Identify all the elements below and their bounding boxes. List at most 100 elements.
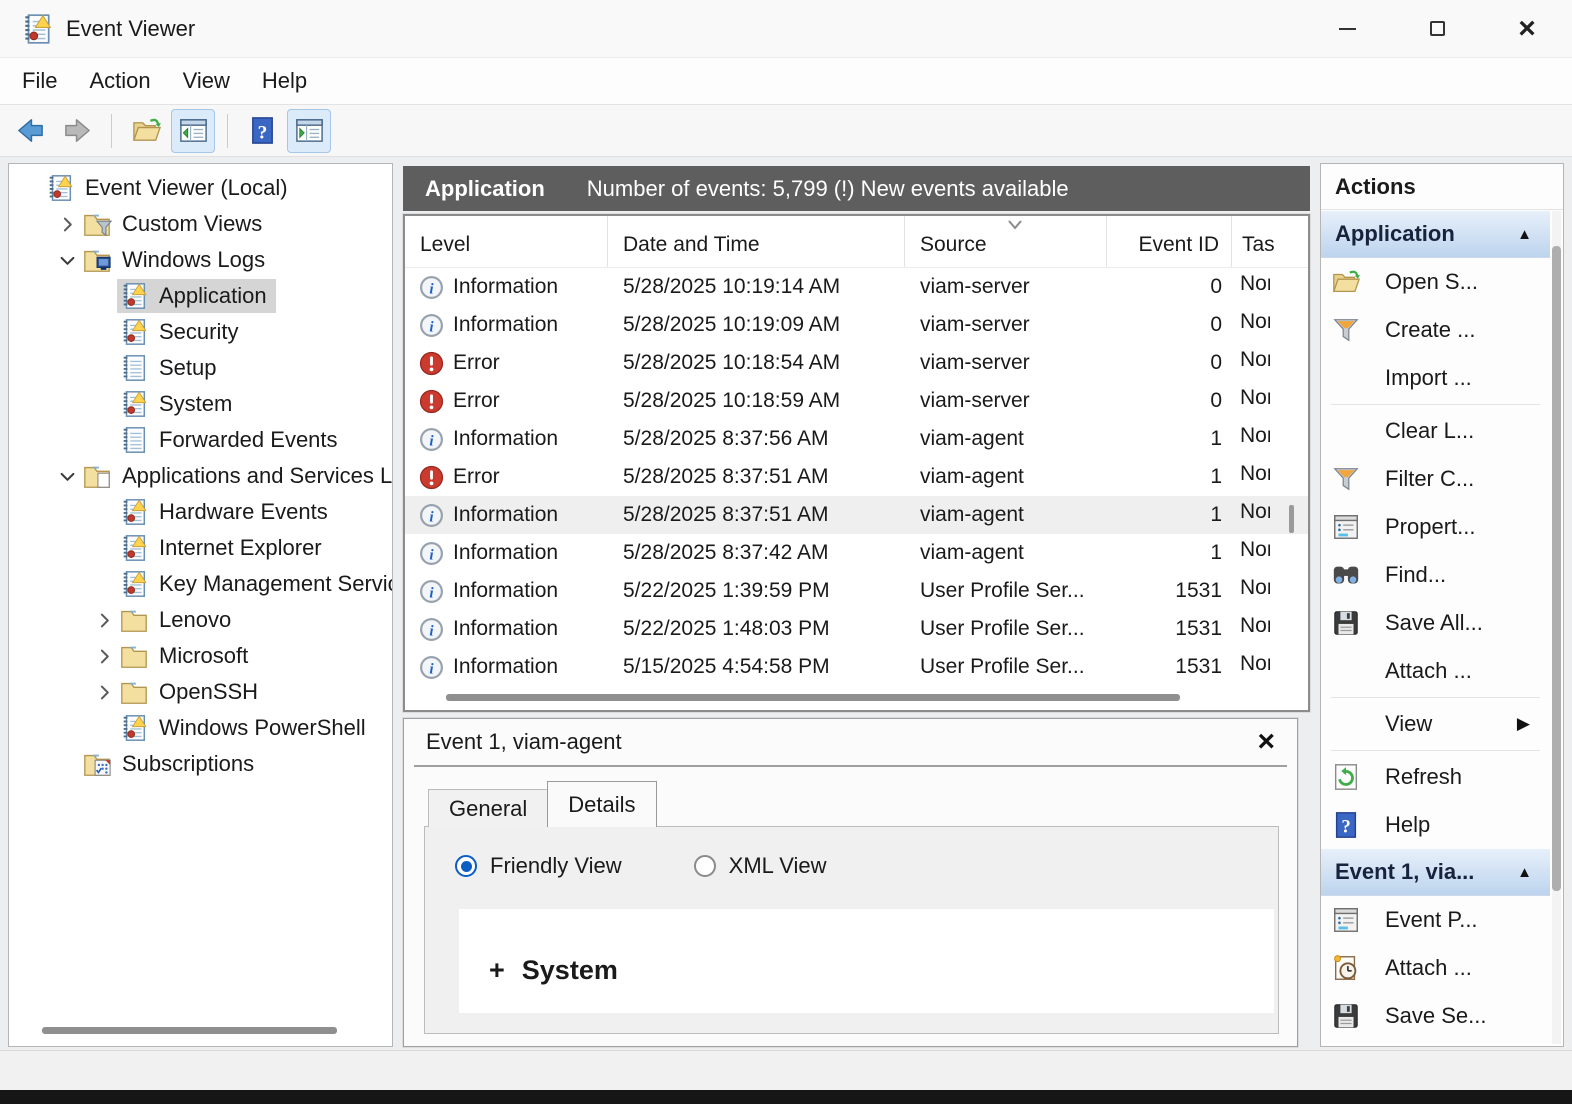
menu-item-help[interactable]: Help (246, 64, 323, 98)
action-save-all[interactable]: Save All... (1321, 599, 1550, 647)
console-tree-button[interactable] (171, 109, 215, 153)
action-save-se[interactable]: Save Se... (1321, 992, 1550, 1040)
tree-horizontal-scrollbar[interactable] (42, 1027, 337, 1034)
action-view[interactable]: View ▶ (1321, 700, 1550, 748)
tree-item-forwarded-events[interactable]: Forwarded Events (9, 422, 392, 458)
collapse-section-icon[interactable]: ▲ (1517, 864, 1532, 881)
xml-view-radio[interactable]: XML View (694, 853, 827, 879)
tree-item-label: Internet Explorer (159, 535, 322, 561)
open-folder-button[interactable] (124, 109, 168, 153)
column-header-date-and-time[interactable]: Date and Time (608, 216, 905, 267)
back-button[interactable] (8, 109, 52, 153)
help-button[interactable] (240, 109, 284, 153)
tree-item-application[interactable]: Application (9, 278, 392, 314)
event-list-vertical-scrollbar[interactable] (1289, 505, 1294, 533)
event-source: viam-agent (905, 541, 1107, 565)
tree-item-key-management-service[interactable]: Key Management Service (9, 566, 392, 602)
event-row[interactable]: Information 5/15/2025 4:54:58 PM User Pr… (405, 648, 1308, 682)
menu-item-view[interactable]: View (167, 64, 246, 98)
tree-item-windows-logs[interactable]: Windows Logs (9, 242, 392, 278)
collapse-chevron-icon[interactable] (54, 247, 80, 273)
event-row[interactable]: Error 5/28/2025 10:18:59 AM viam-server … (405, 382, 1308, 420)
tree-item-security[interactable]: Security (9, 314, 392, 350)
friendly-view-content: + System (459, 909, 1274, 1013)
action-help[interactable]: Help (1321, 801, 1550, 849)
tree-item-event-viewer-local[interactable]: Event Viewer (Local) (9, 170, 392, 206)
action-attach[interactable]: Attach ... (1321, 944, 1550, 992)
event-row[interactable]: Information 5/28/2025 10:19:14 AM viam-s… (405, 268, 1308, 306)
action-clear-l[interactable]: Clear L... (1321, 407, 1550, 455)
event-row[interactable]: Information 5/28/2025 8:37:42 AM viam-ag… (405, 534, 1308, 572)
action-find[interactable]: Find... (1321, 551, 1550, 599)
event-row[interactable]: Information 5/28/2025 8:37:51 AM viam-ag… (405, 496, 1308, 534)
actions-scrollbar[interactable] (1552, 246, 1561, 891)
action-refresh[interactable]: Refresh (1321, 753, 1550, 801)
action-open-s[interactable]: Open S... (1321, 258, 1550, 306)
expand-node-icon[interactable]: + (489, 955, 505, 986)
tree-item-custom-views[interactable]: Custom Views (9, 206, 392, 242)
tree-item-label: Forwarded Events (159, 427, 338, 453)
action-import[interactable]: Import ... (1321, 354, 1550, 402)
menu-item-action[interactable]: Action (73, 64, 166, 98)
event-task-category: None (1240, 652, 1270, 676)
column-header-level[interactable]: Level (405, 216, 608, 267)
tree-item-applications-and-services-logs[interactable]: Applications and Services Logs (9, 458, 392, 494)
action-filter-c[interactable]: Filter C... (1321, 455, 1550, 503)
event-level: Information (453, 617, 558, 641)
maximize-button[interactable] (1392, 0, 1482, 58)
detail-tab-content: Friendly View XML View + System (424, 826, 1279, 1034)
expand-chevron-icon[interactable] (91, 607, 117, 633)
action-create[interactable]: Create ... (1321, 306, 1550, 354)
event-row[interactable]: Information 5/22/2025 1:48:03 PM User Pr… (405, 610, 1308, 648)
column-header-event-id[interactable]: Event ID (1107, 216, 1232, 267)
tab-general[interactable]: General (428, 789, 548, 827)
event-row[interactable]: Error 5/28/2025 8:37:51 AM viam-agent 1 … (405, 458, 1308, 496)
collapse-section-icon[interactable]: ▲ (1517, 226, 1532, 243)
event-row[interactable]: Error 5/28/2025 10:18:54 AM viam-server … (405, 344, 1308, 382)
expand-chevron-icon[interactable] (91, 679, 117, 705)
tree-item-windows-powershell[interactable]: Windows PowerShell (9, 710, 392, 746)
close-button[interactable]: × (1482, 0, 1572, 58)
minimize-button[interactable] (1302, 0, 1392, 58)
action-label: Open S... (1385, 269, 1478, 295)
tree-item-microsoft[interactable]: Microsoft (9, 638, 392, 674)
action-label: Attach ... (1385, 955, 1472, 981)
tree-item-system[interactable]: System (9, 386, 392, 422)
friendly-view-radio[interactable]: Friendly View (455, 853, 622, 879)
system-node[interactable]: + System (489, 955, 1274, 986)
expand-chevron-icon[interactable] (54, 211, 80, 237)
close-detail-icon[interactable]: × (1257, 727, 1275, 757)
action-pane-button[interactable] (287, 109, 331, 153)
tab-details[interactable]: Details (547, 781, 656, 827)
event-list-column-headers: LevelDate and TimeSourceEvent IDTask Cat… (405, 216, 1308, 268)
actions-section-event-1-via[interactable]: Event 1, via... ▲ (1321, 849, 1550, 896)
action-label: Save Se... (1385, 1003, 1487, 1029)
event-id: 1 (1107, 427, 1232, 451)
event-datetime: 5/28/2025 8:37:42 AM (608, 541, 905, 565)
action-event-p[interactable]: Event P... (1321, 896, 1550, 944)
menu-item-file[interactable]: File (6, 64, 73, 98)
forward-button[interactable] (55, 109, 99, 153)
event-detail-pane: Event 1, viam-agent × GeneralDetails Fri… (403, 718, 1298, 1047)
event-id: 0 (1107, 275, 1232, 299)
tree-item-subscriptions[interactable]: Subscriptions (9, 746, 392, 782)
actions-section-application[interactable]: Application ▲ (1321, 211, 1550, 258)
tree-item-label: Microsoft (159, 643, 248, 669)
event-row[interactable]: Information 5/22/2025 1:39:59 PM User Pr… (405, 572, 1308, 610)
tree-item-internet-explorer[interactable]: Internet Explorer (9, 530, 392, 566)
event-level: Error (453, 465, 500, 489)
tree-item-lenovo[interactable]: Lenovo (9, 602, 392, 638)
event-row[interactable]: Information 5/28/2025 8:37:56 AM viam-ag… (405, 420, 1308, 458)
collapse-chevron-icon[interactable] (54, 463, 80, 489)
tree-item-openssh[interactable]: OpenSSH (9, 674, 392, 710)
event-row[interactable]: Information 5/28/2025 10:19:09 AM viam-s… (405, 306, 1308, 344)
tree-item-setup[interactable]: Setup (9, 350, 392, 386)
action-propert[interactable]: Propert... (1321, 503, 1550, 551)
expand-chevron-icon[interactable] (91, 643, 117, 669)
event-list-horizontal-scrollbar[interactable] (446, 694, 1180, 701)
tree-item-label: Windows Logs (122, 247, 265, 273)
column-header-source[interactable]: Source (905, 216, 1107, 267)
action-attach[interactable]: Attach ... (1321, 647, 1550, 695)
column-header-task-category[interactable]: Task Category (1232, 216, 1308, 267)
tree-item-hardware-events[interactable]: Hardware Events (9, 494, 392, 530)
